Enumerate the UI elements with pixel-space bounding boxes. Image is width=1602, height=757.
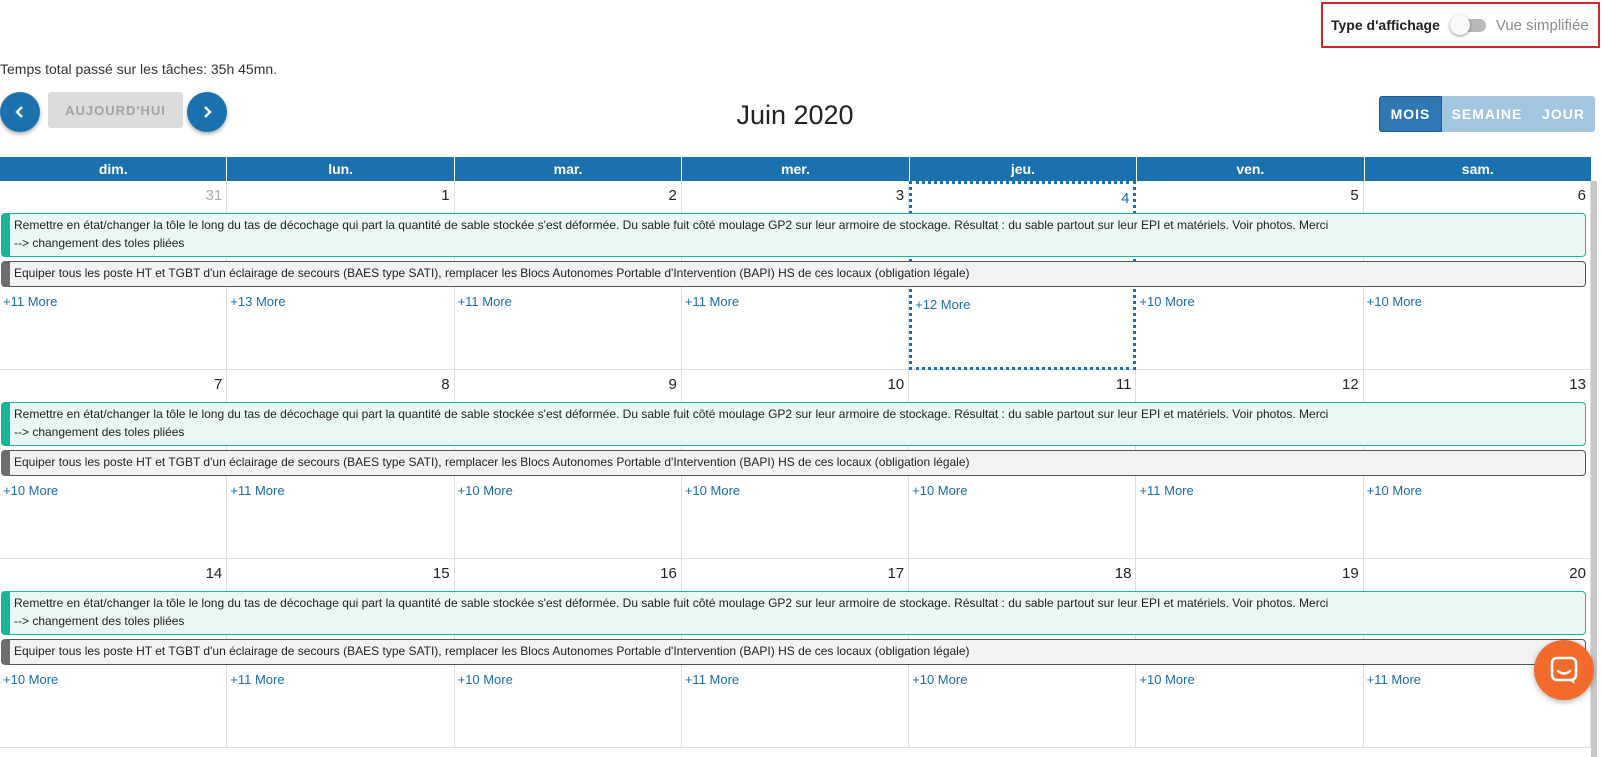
chat-icon bbox=[1550, 656, 1578, 684]
day-number[interactable]: 4 bbox=[1121, 190, 1129, 207]
event-bar-lighting[interactable]: Equiper tous les poste HT et TGBT d'un é… bbox=[1, 639, 1586, 665]
day-number[interactable]: 10 bbox=[887, 376, 904, 393]
event-bar-lighting[interactable]: Equiper tous les poste HT et TGBT d'un é… bbox=[1, 261, 1586, 287]
event-title: Equiper tous les poste HT et TGBT d'un é… bbox=[14, 644, 970, 658]
weekday-header-cell: dim. bbox=[0, 157, 228, 181]
day-number[interactable]: 16 bbox=[660, 565, 677, 582]
event-bar-repair[interactable]: Remettre en état/changer la tôle le long… bbox=[1, 213, 1586, 257]
day-number[interactable]: 7 bbox=[214, 376, 222, 393]
day-number[interactable]: 20 bbox=[1569, 565, 1586, 582]
day-number[interactable]: 14 bbox=[206, 565, 223, 582]
event-title: Remettre en état/changer la tôle le long… bbox=[14, 596, 1329, 610]
total-time-text: Temps total passé sur les tâches: 35h 45… bbox=[0, 61, 278, 77]
weekday-header-cell: ven. bbox=[1137, 157, 1365, 181]
weekday-header-cell: jeu. bbox=[910, 157, 1138, 181]
more-events-link[interactable]: +10 More bbox=[1367, 294, 1422, 309]
month-calendar: dim. lun. mar. mer. jeu. ven. sam. 31 +11… bbox=[0, 157, 1591, 748]
more-events-link[interactable]: +11 More bbox=[1139, 483, 1193, 498]
day-number[interactable]: 6 bbox=[1578, 187, 1586, 204]
chevron-left-icon bbox=[15, 106, 23, 118]
more-events-link[interactable]: +10 More bbox=[458, 483, 513, 498]
view-week-button[interactable]: SEMAINE bbox=[1442, 96, 1532, 132]
event-title: Remettre en état/changer la tôle le long… bbox=[14, 407, 1329, 421]
toggle-knob bbox=[1449, 15, 1470, 35]
prev-month-button[interactable] bbox=[0, 92, 40, 132]
more-events-link[interactable]: +11 More bbox=[1367, 672, 1421, 687]
day-number[interactable]: 3 bbox=[896, 187, 904, 204]
weekday-header-cell: mer. bbox=[682, 157, 910, 181]
day-number[interactable]: 19 bbox=[1342, 565, 1359, 582]
display-type-toggle[interactable] bbox=[1449, 15, 1488, 35]
day-number[interactable]: 8 bbox=[441, 376, 449, 393]
calendar-week: 31 +11 More 1 +13 More 2 +11 More 3 +11 More 4 +1… bbox=[0, 181, 1591, 370]
event-subtitle: --> changement des toles pliées bbox=[14, 614, 185, 628]
more-events-link[interactable]: +10 More bbox=[458, 672, 513, 687]
day-number[interactable]: 12 bbox=[1342, 376, 1359, 393]
more-events-link[interactable]: +10 More bbox=[3, 672, 58, 687]
display-type-panel: Type d'affichage Vue simplifiée bbox=[1321, 2, 1600, 48]
event-bar-lighting[interactable]: Equiper tous les poste HT et TGBT d'un é… bbox=[1, 450, 1586, 476]
day-number[interactable]: 5 bbox=[1350, 187, 1358, 204]
more-events-link[interactable]: +11 More bbox=[230, 672, 284, 687]
chevron-right-icon bbox=[204, 106, 212, 118]
event-bar-repair[interactable]: Remettre en état/changer la tôle le long… bbox=[1, 402, 1586, 446]
next-month-button[interactable] bbox=[187, 92, 227, 132]
more-events-link[interactable]: +11 More bbox=[230, 483, 284, 498]
weekday-header-cell: sam. bbox=[1461, 161, 1494, 177]
event-subtitle: --> changement des toles pliées bbox=[14, 236, 185, 250]
day-number[interactable]: 15 bbox=[433, 565, 450, 582]
event-bar-repair[interactable]: Remettre en état/changer la tôle le long… bbox=[1, 591, 1586, 635]
view-month-button[interactable]: MOIS bbox=[1379, 96, 1442, 132]
chat-launcher-button[interactable] bbox=[1534, 640, 1594, 700]
calendar-week: 7 +10 More 8 +11 More 9 +10 More 10 +10 More 11 +… bbox=[0, 370, 1591, 559]
more-events-link[interactable]: +11 More bbox=[685, 672, 739, 687]
event-title: Equiper tous les poste HT et TGBT d'un é… bbox=[14, 266, 970, 280]
day-number[interactable]: 18 bbox=[1115, 565, 1132, 582]
weekday-header-cell: lun. bbox=[227, 157, 455, 181]
more-events-link[interactable]: +10 More bbox=[1139, 294, 1194, 309]
more-events-link[interactable]: +11 More bbox=[458, 294, 512, 309]
more-events-link[interactable]: +10 More bbox=[1367, 483, 1422, 498]
more-events-link[interactable]: +11 More bbox=[685, 294, 739, 309]
day-number[interactable]: 31 bbox=[206, 187, 223, 204]
day-number[interactable]: 9 bbox=[669, 376, 677, 393]
day-number[interactable]: 13 bbox=[1569, 376, 1586, 393]
display-type-label: Type d'affichage bbox=[1331, 17, 1440, 33]
more-events-link[interactable]: +10 More bbox=[685, 483, 740, 498]
today-button[interactable]: AUJOURD'HUI bbox=[48, 92, 183, 128]
day-number[interactable]: 2 bbox=[669, 187, 677, 204]
more-events-link[interactable]: +10 More bbox=[1139, 672, 1194, 687]
more-events-link[interactable]: +10 More bbox=[912, 672, 967, 687]
view-switcher: MOIS SEMAINE JOUR bbox=[1379, 96, 1595, 132]
more-events-link[interactable]: +12 More bbox=[915, 297, 970, 312]
weekday-header: dim. lun. mar. mer. jeu. ven. sam. bbox=[0, 157, 1591, 181]
day-number[interactable]: 1 bbox=[441, 187, 449, 204]
calendar-weeks: 31 +11 More 1 +13 More 2 +11 More 3 +11 More 4 +1… bbox=[0, 181, 1591, 748]
event-title: Equiper tous les poste HT et TGBT d'un é… bbox=[14, 455, 970, 469]
calendar-week: 14 +10 More 15 +11 More 16 +10 More 17 +11 More… bbox=[0, 559, 1591, 748]
day-number[interactable]: 11 bbox=[1116, 376, 1132, 393]
more-events-link[interactable]: +11 More bbox=[3, 294, 57, 309]
event-title: Remettre en état/changer la tôle le long… bbox=[14, 218, 1329, 232]
month-title: Juin 2020 bbox=[736, 100, 854, 130]
more-events-link[interactable]: +10 More bbox=[3, 483, 58, 498]
weekday-header-cell: mar. bbox=[455, 157, 683, 181]
event-subtitle: --> changement des toles pliées bbox=[14, 425, 185, 439]
more-events-link[interactable]: +10 More bbox=[912, 483, 967, 498]
day-number[interactable]: 17 bbox=[887, 565, 904, 582]
view-day-button[interactable]: JOUR bbox=[1532, 96, 1595, 132]
more-events-link[interactable]: +13 More bbox=[230, 294, 285, 309]
display-mode-label: Vue simplifiée bbox=[1495, 16, 1589, 34]
